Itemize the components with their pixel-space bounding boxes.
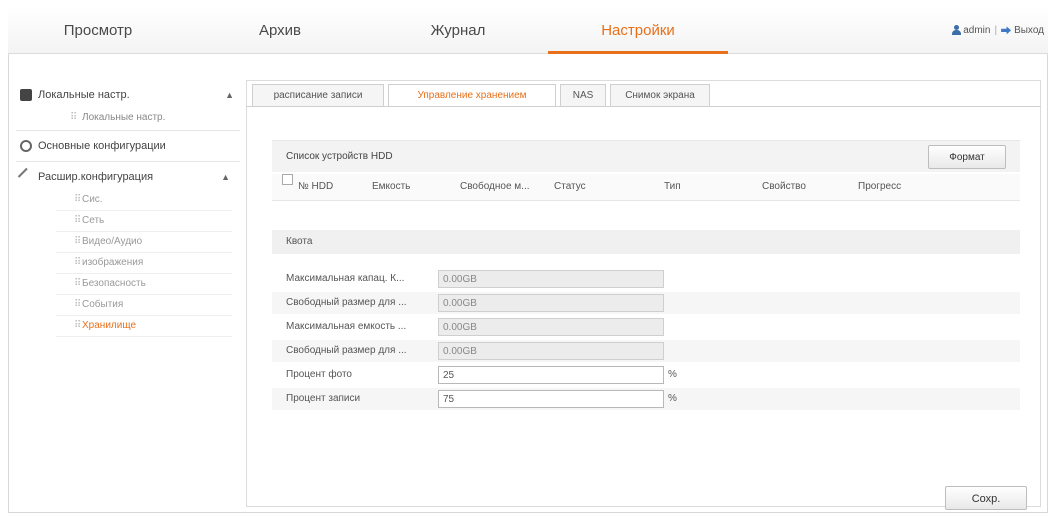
sidebar-item-label: Сеть <box>82 215 105 226</box>
sidebar-local-label: Локальные настр. <box>38 89 130 101</box>
bullet-icon: ⠿ <box>74 278 82 289</box>
divider <box>246 106 1041 107</box>
bullet-icon: ⠿ <box>74 299 82 310</box>
nav-tab-live-view[interactable]: Просмотр <box>38 8 158 54</box>
column-progress[interactable]: Прогресс <box>858 174 901 200</box>
sidebar-item-label: Сис. <box>82 194 103 205</box>
sidebar-item-security[interactable]: ⠿ Безопасность <box>56 274 232 295</box>
tab-record-schedule[interactable]: расписание записи <box>252 84 384 106</box>
quota-row: Свободный размер для ... 0.00GB <box>272 292 1020 314</box>
divider <box>16 130 240 131</box>
sidebar-item-system[interactable]: ⠿ Сис. <box>56 190 232 211</box>
sidebar-item-image[interactable]: ⠿ изображения <box>56 253 232 274</box>
sidebar-item-label: Локальные настр. <box>82 112 166 123</box>
bullet-icon: ⠿ <box>74 236 82 247</box>
save-button[interactable]: Сохр. <box>945 486 1027 510</box>
bullet-icon: ⠿ <box>74 320 82 331</box>
quota-section-header: Квота <box>272 230 1020 254</box>
sidebar-item-label: Безопасность <box>82 278 146 289</box>
max-record-capacity-field: 0.00GB <box>438 318 664 336</box>
nav-separator: | <box>994 25 998 36</box>
sidebar-item-label: изображения <box>82 257 144 268</box>
sidebar-basic-config[interactable]: Основные конфигурации <box>16 133 240 159</box>
quota-label: Свободный размер для ... <box>286 345 407 356</box>
select-all-checkbox[interactable] <box>282 174 293 185</box>
monitor-icon <box>20 89 32 101</box>
format-button[interactable]: Формат <box>928 145 1006 169</box>
sidebar-item-events[interactable]: ⠿ События <box>56 295 232 316</box>
bullet-icon: ⠿ <box>74 215 82 226</box>
sidebar-item-label: Видео/Аудио <box>82 236 143 247</box>
sidebar-advanced-config[interactable]: Расшир.конфигурация ▲ <box>16 164 240 190</box>
percent-unit: % <box>668 393 677 404</box>
sidebar-item-storage[interactable]: ⠿ Хранилище <box>56 316 232 337</box>
hdd-list-title: Список устройств HDD <box>286 151 393 162</box>
percent-unit: % <box>668 369 677 380</box>
bullet-icon: ⠿ <box>70 112 78 123</box>
quota-label: Свободный размер для ... <box>286 297 407 308</box>
collapse-arrow-icon[interactable]: ▲ <box>225 82 234 108</box>
picture-percentage-input[interactable]: 25 <box>438 366 664 384</box>
sidebar-item-video-audio[interactable]: ⠿ Видео/Аудио <box>56 232 232 253</box>
column-capacity[interactable]: Емкость <box>372 174 410 200</box>
user-icon <box>952 25 962 36</box>
hdd-list-header: Список устройств HDD Формат <box>272 140 1020 172</box>
wrench-icon <box>17 167 37 187</box>
sidebar-basic-label: Основные конфигурации <box>38 140 166 152</box>
quota-label: Процент фото <box>286 369 352 380</box>
gear-icon <box>20 140 32 152</box>
free-record-space-field: 0.00GB <box>438 342 664 360</box>
column-type[interactable]: Тип <box>664 174 681 200</box>
free-picture-space-field: 0.00GB <box>438 294 664 312</box>
sidebar-item-network[interactable]: ⠿ Сеть <box>56 211 232 232</box>
sidebar-item-label: События <box>82 299 124 310</box>
sidebar-advanced-label: Расшир.конфигурация <box>38 171 154 183</box>
username: admin <box>963 25 991 36</box>
nav-tab-log[interactable]: Журнал <box>398 8 518 54</box>
bullet-icon: ⠿ <box>74 257 82 268</box>
quota-label: Процент записи <box>286 393 361 404</box>
column-property[interactable]: Свойство <box>762 174 806 200</box>
tab-nas[interactable]: NAS <box>560 84 606 106</box>
tab-storage-management[interactable]: Управление хранением <box>388 84 556 107</box>
sidebar-local-config[interactable]: Локальные настр. ▲ <box>16 82 240 108</box>
sidebar: Локальные настр. ▲ ⠿ Локальные настр. Ос… <box>16 82 240 337</box>
column-free-space[interactable]: Свободное м... <box>460 174 530 200</box>
record-percentage-input[interactable]: 75 <box>438 390 664 408</box>
nav-tab-playback[interactable]: Архив <box>230 8 330 54</box>
logout-link[interactable]: Выход <box>1014 25 1044 36</box>
quota-row: Максимальная капац. К... 0.00GB <box>272 268 1020 290</box>
quota-label: Максимальная капац. К... <box>286 273 405 284</box>
logout-icon[interactable] <box>1001 26 1012 35</box>
quota-title: Квота <box>286 236 313 247</box>
max-picture-capacity-field: 0.00GB <box>438 270 664 288</box>
quota-row: Процент фото 25 % <box>272 364 1020 386</box>
nav-tab-configuration[interactable]: Настройки <box>548 8 728 54</box>
sidebar-item-label: Хранилище <box>82 320 136 331</box>
collapse-arrow-icon[interactable]: ▲ <box>221 164 230 190</box>
sidebar-item-local-config[interactable]: ⠿ Локальные настр. <box>16 108 240 128</box>
user-area: admin | Выход <box>952 8 1044 54</box>
hdd-table-header: № HDD Емкость Свободное м... Статус Тип … <box>272 174 1020 201</box>
top-nav-bar: Просмотр Архив Журнал Настройки admin | Вы… <box>8 8 1048 54</box>
quota-row: Процент записи 75 % <box>272 388 1020 410</box>
tab-snapshot[interactable]: Снимок экрана <box>610 84 710 106</box>
column-hdd-no[interactable]: № HDD <box>298 174 333 200</box>
divider <box>16 161 240 162</box>
bullet-icon: ⠿ <box>74 194 82 205</box>
quota-row: Свободный размер для ... 0.00GB <box>272 340 1020 362</box>
quota-label: Максимальная емкость ... <box>286 321 407 332</box>
quota-row: Максимальная емкость ... 0.00GB <box>272 316 1020 338</box>
column-status[interactable]: Статус <box>554 174 586 200</box>
